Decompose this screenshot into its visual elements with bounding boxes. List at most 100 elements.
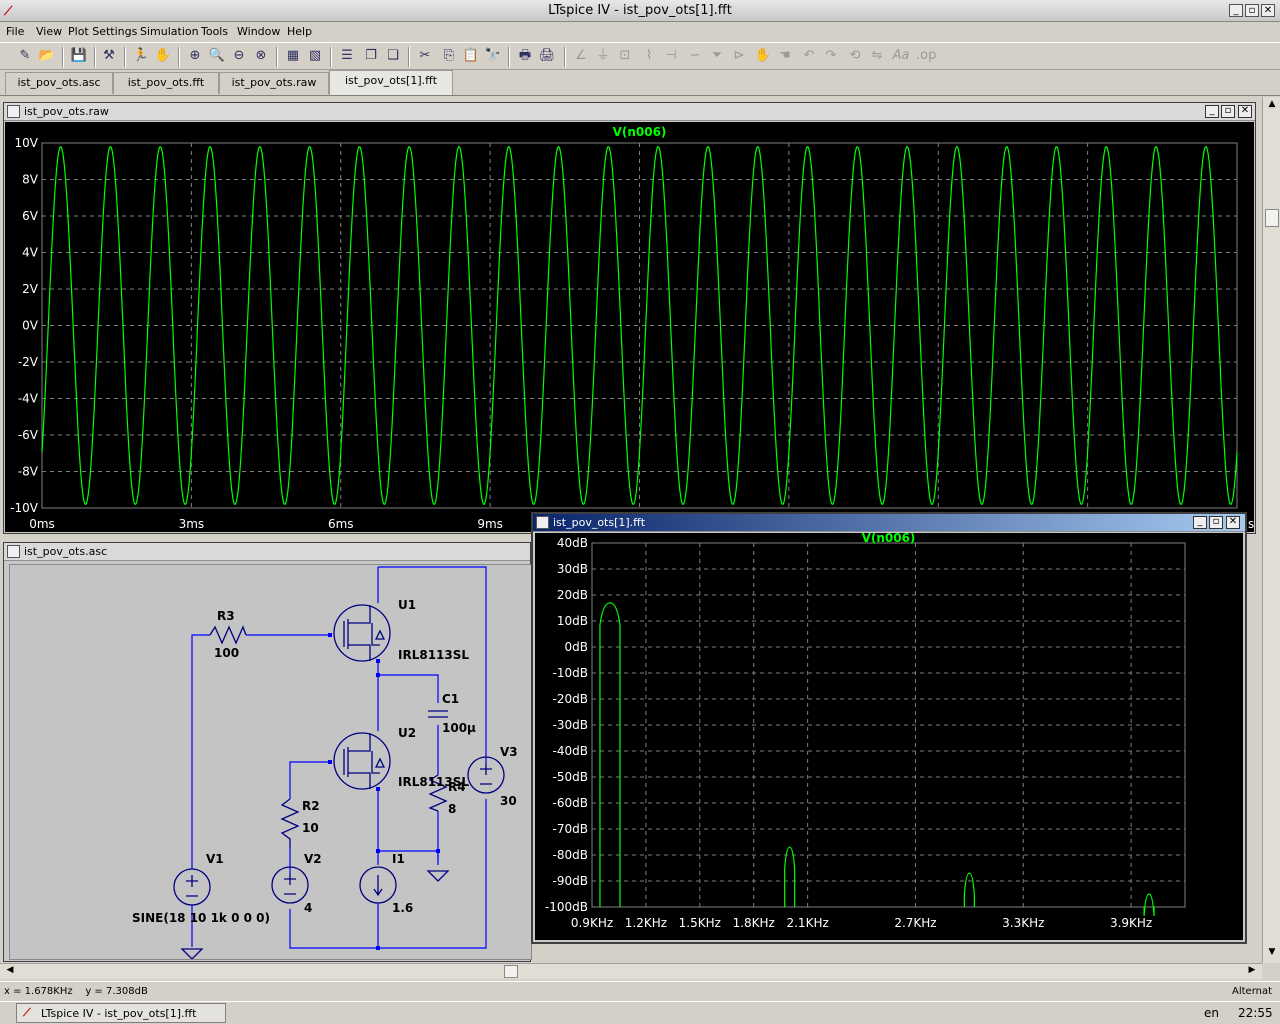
clock: 22:55 — [1238, 1006, 1273, 1020]
move-icon[interactable]: ✋ — [754, 47, 772, 65]
raw-y-tick-label: 2V — [22, 282, 39, 296]
raw-window-titlebar[interactable]: ist_pov_ots.raw _ ▫ ✕ — [4, 103, 1255, 121]
scroll-right-arrow-icon[interactable]: ▶ — [1245, 965, 1259, 979]
menu-file[interactable]: File — [6, 25, 24, 38]
capacitor-icon[interactable]: ⊣ — [662, 47, 680, 65]
language-indicator[interactable]: en — [1204, 1006, 1219, 1020]
toolbar-separator — [564, 47, 566, 67]
fft-window[interactable]: ist_pov_ots[1].fft _ ▫ ✕ 40dB 30dB 20dB 10d… — [531, 512, 1247, 944]
resistor-icon[interactable]: ⌇ — [640, 47, 658, 65]
raw-minimize-button[interactable]: _ — [1205, 105, 1219, 118]
zoom-pan-icon[interactable]: 🔍 — [208, 47, 226, 65]
maximize-button[interactable]: ▫ — [1245, 4, 1259, 17]
r4-value: 8 — [448, 802, 456, 816]
menu-simulation[interactable]: Simulation — [140, 25, 199, 38]
menu-tools[interactable]: Tools — [201, 25, 228, 38]
open-icon[interactable]: 📂 — [38, 47, 56, 65]
autorange-icon[interactable]: ▦ — [284, 47, 302, 65]
tab-fft-1[interactable]: ist_pov_ots[1].fft — [329, 70, 453, 95]
raw-window-title: ist_pov_ots.raw — [24, 105, 109, 118]
scroll-down-arrow-icon[interactable]: ▼ — [1265, 947, 1279, 961]
status-right-text: Alternat — [1232, 986, 1273, 997]
copy-icon[interactable]: ⎘ — [440, 47, 458, 65]
taskbar-button[interactable]: ⟋ LTspice IV - ist_pov_ots[1].fft — [16, 1003, 226, 1023]
schematic-svg[interactable]: R3 100 U1 IRL8113SL C1 100µ U2 IRL8113SL… — [10, 565, 532, 960]
cascade-icon[interactable]: ❐ — [362, 47, 380, 65]
raw-plot-pane[interactable]: 10V 8V 6V 4V 2V 0V -2V -4V -6V -8V -10V 0ms 3ms 6ms 9m… — [5, 122, 1254, 532]
title-bar: ⟋ LTspice IV - ist_pov_ots[1].fft _ ▫ ✕ — [0, 0, 1280, 22]
control-panel-icon[interactable]: ⚒ — [100, 47, 118, 65]
tab-fft[interactable]: ist_pov_ots.fft — [113, 72, 219, 94]
zoom-out-icon[interactable]: ⊖ — [230, 47, 248, 65]
i1-ref: I1 — [392, 852, 405, 866]
raw-maximize-button[interactable]: ▫ — [1221, 105, 1235, 118]
fft-y-tick-label: -50dB — [553, 770, 588, 784]
fft-peak-4 — [1143, 893, 1155, 917]
component-icon[interactable]: ⊳ — [730, 47, 748, 65]
redo-icon[interactable]: ↷ — [822, 47, 840, 65]
tile-vertical-icon[interactable]: ❏ — [384, 47, 402, 65]
menu-view[interactable]: View — [36, 25, 62, 38]
schematic-canvas[interactable]: R3 100 U1 IRL8113SL C1 100µ U2 IRL8113SL… — [9, 564, 532, 960]
mirror-icon[interactable]: ⇋ — [868, 47, 886, 65]
fft-plot-pane[interactable]: 40dB 30dB 20dB 10dB 0dB -10dB -20dB -30dB -40dB -… — [535, 531, 1243, 940]
raw-y-tick-label: -6V — [18, 428, 39, 442]
scroll-thumb[interactable] — [1265, 209, 1279, 227]
print-icon[interactable]: 🖶 — [516, 47, 534, 65]
raw-y-tick-label: -4V — [18, 392, 39, 406]
ground-icon[interactable]: ⏚ — [594, 47, 612, 65]
rotate-icon[interactable]: ⟲ — [846, 47, 864, 65]
undo-icon[interactable]: ↶ — [800, 47, 818, 65]
toolbar-separator — [94, 47, 96, 67]
fft-plot-svg[interactable]: 40dB 30dB 20dB 10dB 0dB -10dB -20dB -30dB -40dB -… — [535, 531, 1243, 940]
raw-close-button[interactable]: ✕ — [1238, 105, 1252, 118]
fft-window-titlebar[interactable]: ist_pov_ots[1].fft _ ▫ ✕ — [533, 514, 1245, 532]
fft-minimize-button[interactable]: _ — [1193, 516, 1207, 529]
drag-icon[interactable]: ☚ — [776, 47, 794, 65]
scroll-up-arrow-icon[interactable]: ▲ — [1265, 99, 1279, 113]
menu-help[interactable]: Help — [287, 25, 312, 38]
scroll-thumb[interactable] — [504, 965, 518, 978]
fft-close-button[interactable]: ✕ — [1226, 516, 1240, 529]
text-icon[interactable]: Aa — [892, 47, 910, 65]
vertical-scrollbar[interactable]: ▲ ▼ — [1262, 97, 1280, 963]
raw-waveform-window[interactable]: ist_pov_ots.raw _ ▫ ✕ 10V 8V 6V 4V 2V 0V -2V -4… — [3, 102, 1256, 534]
r2-value: 10 — [302, 821, 319, 835]
fft-maximize-button[interactable]: ▫ — [1209, 516, 1223, 529]
window-title: LTspice IV - ist_pov_ots[1].fft — [548, 3, 732, 18]
zoom-fit-icon[interactable]: ⊗ — [252, 47, 270, 65]
wire-icon[interactable]: ∠ — [572, 47, 590, 65]
tab-raw[interactable]: ist_pov_ots.raw — [219, 72, 329, 94]
toolbar-separator — [330, 47, 332, 67]
raw-y-tick-label: 6V — [22, 209, 39, 223]
schematic-window[interactable]: ist_pov_ots.asc R3 100 U1 IRL8113SL C1 1… — [3, 542, 532, 962]
print-preview-icon[interactable]: 🖨 — [538, 47, 556, 65]
zoom-in-icon[interactable]: ⊕ — [186, 47, 204, 65]
cut-icon[interactable]: ✂ — [416, 47, 434, 65]
tab-asc[interactable]: ist_pov_ots.asc — [5, 72, 113, 94]
raw-y-tick-label: 0V — [22, 319, 39, 333]
inductor-icon[interactable]: ∽ — [686, 47, 704, 65]
save-icon[interactable]: 💾 — [70, 47, 88, 65]
label-net-icon[interactable]: ⊡ — [616, 47, 634, 65]
spice-directive-icon[interactable]: .op — [916, 47, 936, 65]
find-icon[interactable]: 🔭 — [484, 47, 502, 65]
scroll-left-arrow-icon[interactable]: ◀ — [3, 965, 17, 979]
menu-window[interactable]: Window — [237, 25, 280, 38]
run-icon[interactable]: 🏃 — [132, 47, 150, 65]
tile-horizontal-icon[interactable]: ☰ — [338, 47, 356, 65]
toolbar-separator — [178, 47, 180, 67]
schematic-window-titlebar[interactable]: ist_pov_ots.asc — [4, 543, 530, 561]
grid-icon[interactable]: ▧ — [306, 47, 324, 65]
paste-icon[interactable]: 📋 — [462, 47, 480, 65]
halt-icon[interactable]: ✋ — [154, 47, 172, 65]
horizontal-scrollbar[interactable]: ◀ ▶ — [0, 963, 1262, 979]
menu-plot-settings[interactable]: Plot Settings — [68, 25, 137, 38]
taskbar: ⟋ LTspice IV - ist_pov_ots[1].fft en 22:… — [0, 1001, 1280, 1024]
raw-x-tick-label: 3ms — [179, 517, 205, 531]
minimize-button[interactable]: _ — [1229, 4, 1243, 17]
raw-plot-svg[interactable]: 10V 8V 6V 4V 2V 0V -2V -4V -6V -8V -10V 0ms 3ms 6ms 9m… — [5, 122, 1254, 532]
new-schematic-icon[interactable]: ✎ — [16, 47, 34, 65]
close-button[interactable]: ✕ — [1261, 4, 1275, 17]
diode-icon[interactable]: ⏷ — [708, 47, 726, 65]
